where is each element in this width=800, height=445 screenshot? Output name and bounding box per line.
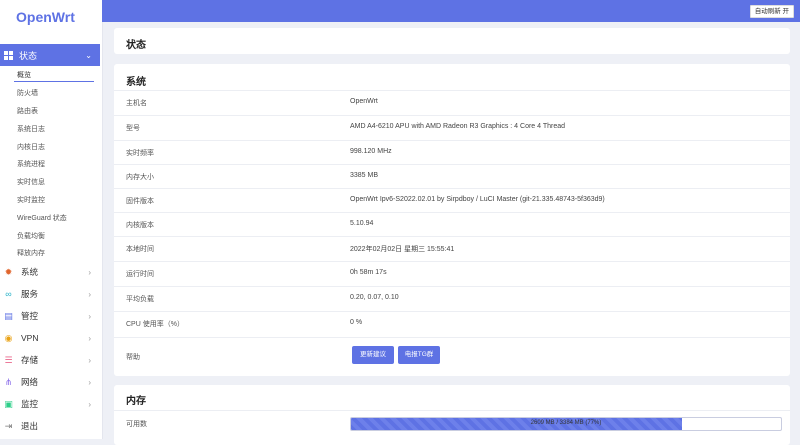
row-key: 实时频率 <box>126 150 154 157</box>
row-key: 型号 <box>126 125 140 132</box>
info-row: 本地时间 2022年02月02日 星期三 15:55:41 <box>114 236 790 261</box>
info-row: 实时频率 998.120 MHz <box>114 140 790 165</box>
info-row: 内核版本 5.10.94 <box>114 212 790 237</box>
sidebar-subitem-free-memory[interactable]: 释放内存 <box>17 248 45 258</box>
sidebar-item-status[interactable]: 状态 ⌄ <box>0 44 100 66</box>
row-key: 平均负载 <box>126 296 154 303</box>
auto-refresh-button[interactable]: 自动刷新 开 <box>749 5 794 18</box>
info-row: 内存大小 3385 MB <box>114 164 790 189</box>
sidebar-subitem-load-balance[interactable]: 负载均衡 <box>17 231 45 241</box>
sidebar-item-label: 服务 <box>21 289 39 299</box>
vpn-icon: ◉ <box>4 332 13 343</box>
network-icon: ⋔ <box>4 376 13 387</box>
chevron-right-icon: › <box>88 399 91 409</box>
sidebar-item-label: 状态 <box>19 50 38 61</box>
sidebar-item-label: VPN <box>21 333 39 343</box>
gear-icon: ✹ <box>4 266 13 277</box>
sidebar-item-storage[interactable]: ☰ 存储 › <box>0 351 100 369</box>
sidebar-item-logout[interactable]: ⇥ 退出 <box>0 417 100 435</box>
update-suggestion-button[interactable]: 更新建议 <box>352 346 394 364</box>
sidebar-subitem-realtime-info[interactable]: 实时信息 <box>17 177 45 187</box>
row-key: 内存大小 <box>126 174 154 181</box>
row-value: OpenWrt <box>350 98 378 105</box>
row-value: 0.20, 0.07, 0.10 <box>350 294 399 301</box>
row-value: 0h 58m 17s <box>350 269 387 276</box>
chevron-right-icon: › <box>88 267 91 277</box>
row-key: CPU 使用率（%） <box>126 321 184 328</box>
logo[interactable]: OpenWrt <box>16 9 75 25</box>
section-title: 内存 <box>126 396 146 407</box>
row-key: 帮助 <box>126 354 140 361</box>
chevron-down-icon: ⌄ <box>85 50 92 60</box>
control-icon: ▤ <box>4 310 13 321</box>
row-key: 本地时间 <box>126 246 154 253</box>
active-underline <box>14 81 94 82</box>
row-key: 固件版本 <box>126 198 154 205</box>
sidebar-item-label: 系统 <box>21 267 39 277</box>
link-icon: ∞ <box>5 288 12 299</box>
sidebar-subitem-processes[interactable]: 系统进程 <box>17 159 45 169</box>
page-title-card: 状态 <box>114 28 790 54</box>
sidebar-subitem-wireguard[interactable]: WireGuard 状态 <box>17 213 67 223</box>
chevron-right-icon: › <box>88 289 91 299</box>
memory-progress-bar: 2609 MB / 3384 MB (77%) <box>350 417 782 431</box>
info-row: 主机名 OpenWrt <box>114 90 790 115</box>
row-value: 2022年02月02日 星期三 15:55:41 <box>350 246 455 253</box>
sidebar-subitem-overview[interactable]: 概览 <box>17 70 31 80</box>
page-title: 状态 <box>126 40 146 51</box>
row-value: 3385 MB <box>350 172 379 179</box>
sidebar-subitem-kernel-log[interactable]: 内核日志 <box>17 142 45 152</box>
sidebar-item-label: 监控 <box>21 399 39 409</box>
sidebar-item-label: 退出 <box>21 421 39 431</box>
row-value: 998.120 MHz <box>350 148 392 155</box>
sidebar-subitem-routes[interactable]: 路由表 <box>17 106 38 116</box>
row-value: OpenWrt Ipv6-S2022.02.01 by Sirpdboy / L… <box>350 196 605 203</box>
row-value: 5.10.94 <box>350 220 374 227</box>
sidebar-item-control[interactable]: ▤ 管控 › <box>0 307 100 325</box>
info-row: 固件版本 OpenWrt Ipv6-S2022.02.01 by Sirpdbo… <box>114 188 790 213</box>
help-row: 帮助 <box>114 337 790 374</box>
top-header: 自动刷新 开 <box>102 0 800 22</box>
sidebar-subitem-realtime-monitor[interactable]: 实时监控 <box>17 195 45 205</box>
monitor-icon: ▣ <box>4 398 13 409</box>
info-row: CPU 使用率（%） 0 % <box>114 311 790 336</box>
sidebar-item-monitor[interactable]: ▣ 监控 › <box>0 395 100 413</box>
sidebar-item-label: 网络 <box>21 377 39 387</box>
sidebar-item-system[interactable]: ✹ 系统 › <box>0 263 100 281</box>
row-key: 可用数 <box>126 421 147 428</box>
sidebar-subitem-firewall[interactable]: 防火墙 <box>17 88 38 98</box>
sidebar-item-vpn[interactable]: ◉ VPN › <box>0 329 100 347</box>
info-row: 型号 AMD A4-6210 APU with AMD Radeon R3 Gr… <box>114 115 790 140</box>
sidebar-subitem-syslog[interactable]: 系统日志 <box>17 124 45 134</box>
section-title: 系统 <box>126 77 146 88</box>
row-key: 内核版本 <box>126 222 154 229</box>
row-value: AMD A4-6210 APU with AMD Radeon R3 Graph… <box>350 123 566 130</box>
chevron-right-icon: › <box>88 377 91 387</box>
row-key: 主机名 <box>126 100 147 107</box>
row-value: 0 % <box>350 319 363 326</box>
sidebar-item-services[interactable]: ∞ 服务 › <box>0 285 100 303</box>
info-row: 运行时间 0h 58m 17s <box>114 261 790 286</box>
row-key: 运行时间 <box>126 271 154 278</box>
dashboard-icon <box>4 50 13 60</box>
chevron-right-icon: › <box>88 311 91 321</box>
sidebar-item-label: 管控 <box>21 311 39 321</box>
sidebar-item-network[interactable]: ⋔ 网络 › <box>0 373 100 391</box>
logout-icon: ⇥ <box>4 420 13 431</box>
telegram-group-button[interactable]: 电报TG群 <box>398 346 440 364</box>
sidebar: OpenWrt 状态 ⌄ 概览 防火墙 路由表 系统日志 内核日志 系统进程 实… <box>0 0 103 439</box>
chevron-right-icon: › <box>88 355 91 365</box>
info-row: 平均负载 0.20, 0.07, 0.10 <box>114 286 790 311</box>
storage-icon: ☰ <box>4 354 13 365</box>
memory-progress-text: 2609 MB / 3384 MB (77%) <box>530 420 602 426</box>
sidebar-item-label: 存储 <box>21 355 39 365</box>
chevron-right-icon: › <box>88 333 91 343</box>
